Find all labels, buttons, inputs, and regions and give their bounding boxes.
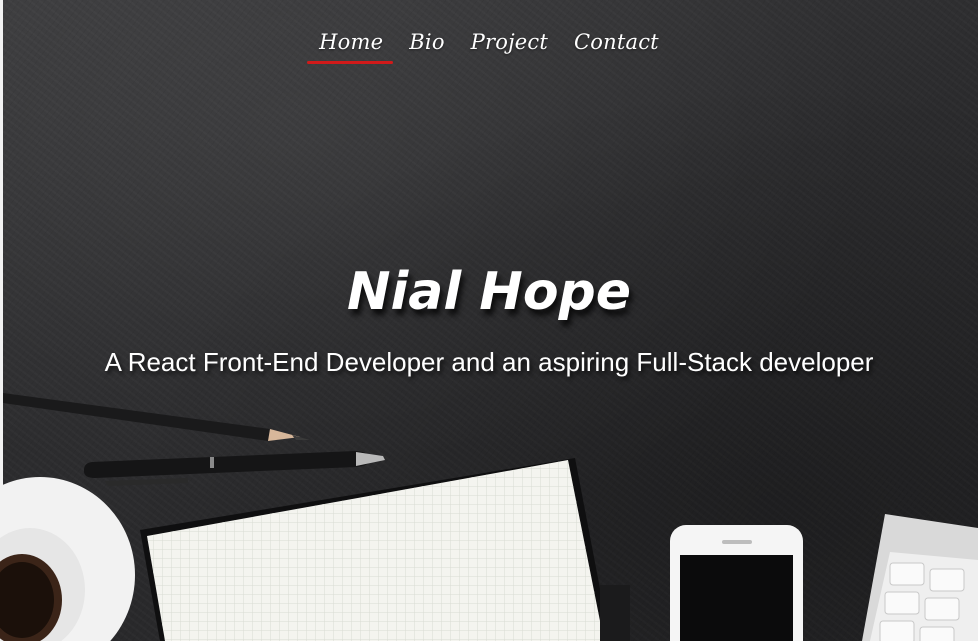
keyboard-image — [862, 514, 978, 641]
main-nav: Home Bio Project Contact — [0, 28, 978, 64]
notebook-image — [140, 458, 630, 641]
nav-link-project[interactable]: Project — [467, 28, 552, 56]
nav-link-contact-label: Contact — [574, 30, 659, 54]
nav-link-contact[interactable]: Contact — [570, 28, 663, 56]
smartphone-image — [670, 525, 803, 641]
nav-link-project-label: Project — [470, 30, 549, 54]
nav-link-bio[interactable]: Bio — [405, 28, 448, 56]
pen-image — [83, 451, 385, 486]
hero-title: Nial Hope — [346, 262, 632, 322]
pencil-image — [3, 393, 310, 441]
nav-active-underline — [307, 61, 394, 64]
nav-link-home[interactable]: Home — [307, 28, 394, 64]
landing-page: Home Bio Project Contact Nial Hope A Rea… — [0, 0, 978, 641]
coffee-cup-image — [0, 477, 135, 641]
nav-link-home-label: Home — [319, 30, 384, 54]
hero-subtitle: A React Front-End Developer and an aspir… — [104, 347, 874, 377]
nav-link-bio-label: Bio — [409, 30, 445, 54]
